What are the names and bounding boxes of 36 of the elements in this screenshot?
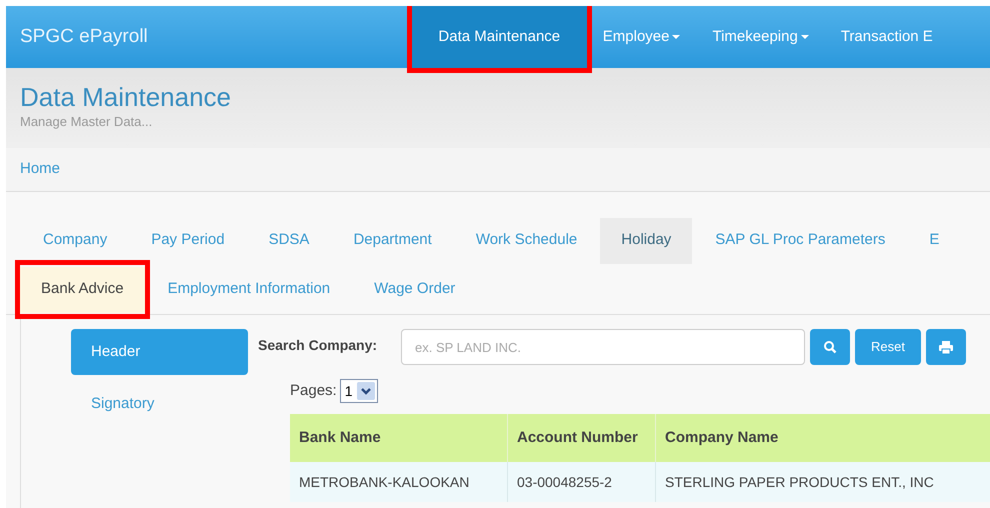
search-field[interactable]: ex. SP LAND INC. bbox=[401, 329, 805, 365]
nav-item[interactable]: Data Maintenance bbox=[412, 6, 587, 68]
printer-icon bbox=[939, 340, 953, 354]
tab[interactable]: Pay Period bbox=[130, 218, 246, 264]
search-icon bbox=[823, 340, 837, 354]
pages-dropdown[interactable]: 1 bbox=[340, 379, 378, 403]
table-cell-text: METROBANK-KALOOKAN bbox=[298, 472, 470, 492]
search-label: Search Company: bbox=[258, 336, 378, 355]
breadcrumb-link[interactable]: Home bbox=[20, 158, 60, 181]
brand-title[interactable]: SPGC ePayroll bbox=[20, 22, 148, 52]
tab[interactable]: Wage Order bbox=[353, 266, 476, 312]
nav-item[interactable]: Transaction E bbox=[824, 6, 949, 68]
caret-icon bbox=[672, 35, 680, 39]
side-menu-item[interactable]: Header bbox=[71, 329, 248, 375]
tab[interactable]: SAP GL Proc Parameters bbox=[694, 218, 906, 264]
table-cell: STERLING PAPER PRODUCTS ENT., INC bbox=[655, 462, 990, 502]
tab[interactable]: E bbox=[908, 218, 960, 264]
side-menu-item[interactable]: Signatory bbox=[71, 381, 248, 427]
nav-item[interactable]: Timekeeping bbox=[696, 6, 825, 68]
tab[interactable]: Bank Advice bbox=[20, 266, 145, 312]
tab[interactable]: Company bbox=[22, 218, 128, 264]
tab[interactable]: Work Schedule bbox=[454, 218, 598, 264]
nav-item[interactable]: Employee bbox=[586, 6, 696, 68]
search-button[interactable] bbox=[810, 329, 850, 365]
column-header[interactable]: Bank Name bbox=[290, 414, 507, 462]
page-title: Data Maintenance bbox=[20, 82, 232, 112]
print-button[interactable] bbox=[926, 329, 966, 365]
reset-button[interactable]: Reset bbox=[855, 329, 921, 365]
tab[interactable]: SDSA bbox=[248, 218, 330, 264]
pages-label: Pages: bbox=[290, 380, 337, 401]
tab[interactable]: Department bbox=[332, 218, 453, 264]
tab[interactable]: Holiday bbox=[600, 218, 692, 264]
tab[interactable]: Employment Information bbox=[146, 266, 352, 312]
page-subtitle: Manage Master Data... bbox=[20, 113, 152, 131]
table-cell: 03-00048255-2 bbox=[507, 462, 655, 502]
caret-icon bbox=[800, 35, 809, 39]
